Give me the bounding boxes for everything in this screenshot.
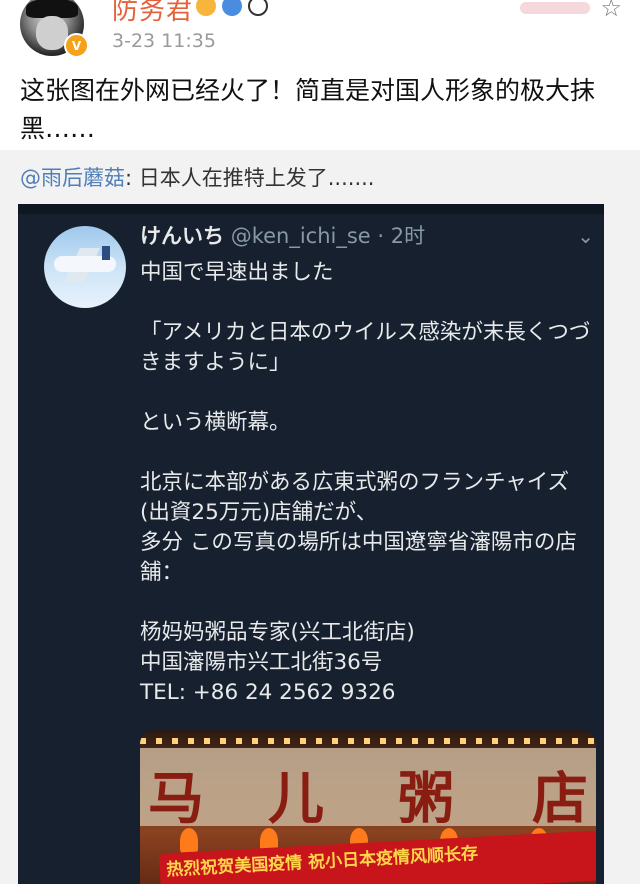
username[interactable]: 防务君 xyxy=(112,0,193,27)
repost-text: : 日本人在推特上发了....... xyxy=(125,166,375,190)
member-badge-icon xyxy=(222,0,242,16)
photo-sign-board xyxy=(140,748,596,826)
vip-badge-icon xyxy=(196,0,216,16)
tweet-top-strip xyxy=(18,204,604,214)
repost-line: @雨后蘑菇: 日本人在推特上发了....... xyxy=(20,162,374,192)
airplane-tail xyxy=(102,246,110,260)
photo-flame xyxy=(180,828,198,854)
tweet-age: · 2时 xyxy=(377,224,426,248)
tweet-author-handle: @ken_ichi_se xyxy=(230,224,371,248)
favorite-star-icon[interactable]: ☆ xyxy=(600,0,622,20)
tweet-screenshot[interactable]: けんいち @ken_ichi_se · 2时 ⌄ 中国で早速出ました 「アメリカ… xyxy=(18,204,604,884)
decoration-card xyxy=(520,2,591,14)
post-timestamp: 3-23 11:35 xyxy=(112,30,216,52)
user-badges xyxy=(196,0,268,16)
panda-badge-icon xyxy=(248,0,268,16)
tweet-avatar xyxy=(44,226,126,308)
verified-badge-icon: V xyxy=(64,33,89,58)
tweet-photo: 马 儿 粥 店 热烈祝贺美国疫情 祝小日本疫情风顺长存 xyxy=(140,730,596,884)
photo-sign-char: 店 xyxy=(532,766,588,832)
photo-lights xyxy=(140,738,596,744)
photo-sign-char: 儿 xyxy=(268,766,324,832)
tweet-author-name: けんいち xyxy=(140,224,224,248)
tweet-header: けんいち @ken_ichi_se · 2时 xyxy=(140,220,425,250)
tweet-body: 中国で早速出ました 「アメリカと日本のウイルス感染が末長くつづきますように」 と… xyxy=(140,260,591,705)
post-header: V 防务君 3-23 11:35 ☆ xyxy=(0,0,640,62)
photo-sign-char: 马 xyxy=(148,766,204,832)
repost-mention-link[interactable]: @雨后蘑菇 xyxy=(20,166,125,190)
post-actions: ☆ xyxy=(520,0,622,20)
chevron-down-icon: ⌄ xyxy=(577,224,594,248)
photo-sign-char: 粥 xyxy=(398,766,454,832)
post-text: 这张图在外网已经火了！简直是对国人形象的极大抹黑…… xyxy=(20,76,596,143)
